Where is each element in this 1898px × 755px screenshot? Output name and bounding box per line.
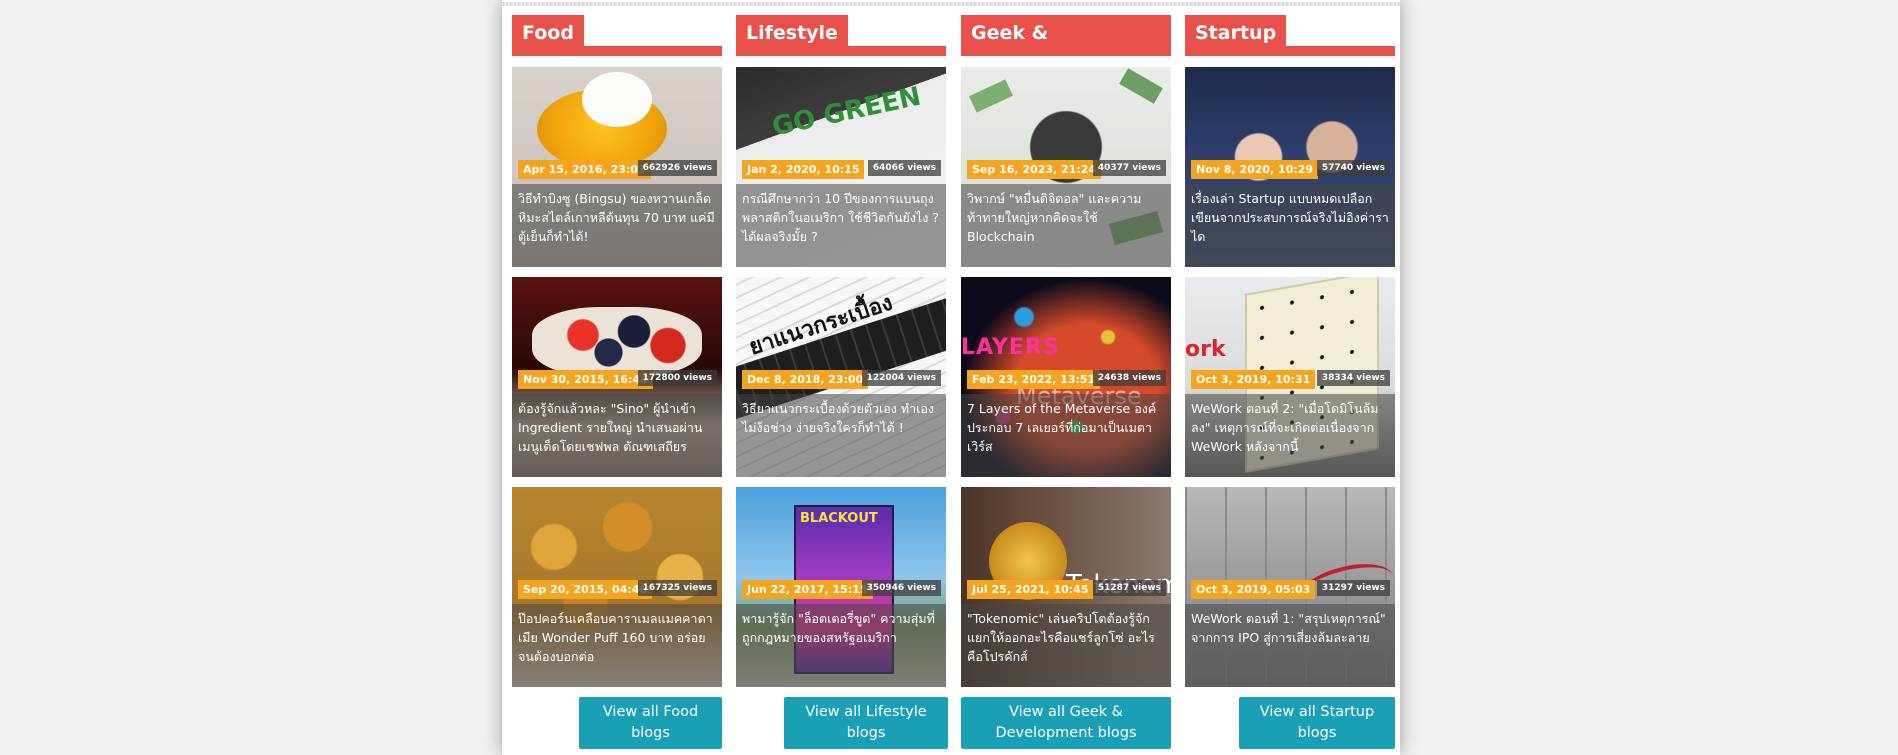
post-date: Nov 30, 2015, 16:44: [518, 370, 653, 389]
blog-card[interactable]: Sep 20, 2015, 04:46 167325 views ป๊อปคอร…: [512, 487, 722, 687]
view-all-geek-button[interactable]: View all Geek & Development blogs: [961, 697, 1171, 749]
post-date: Sep 16, 2023, 21:24: [967, 160, 1102, 179]
blog-categories-panel: Food Apr 15, 2016, 23:03 662926 views วิ…: [502, 0, 1400, 755]
header-underline: [736, 46, 946, 56]
post-title[interactable]: เรื่องเล่า Startup แบบหมดเปลือก เขียนจาก…: [1185, 184, 1395, 267]
view-count: 350946 views: [861, 580, 941, 596]
post-date: Apr 15, 2016, 23:03: [518, 160, 651, 179]
post-title[interactable]: วิพากษ์ "หมื่นดิจิตอล" และความท้าทายใหญ่…: [961, 184, 1171, 267]
post-date: Oct 3, 2019, 05:03: [1191, 580, 1316, 599]
view-count: 122004 views: [861, 370, 941, 386]
post-title[interactable]: วิธียาแนวกระเบื้องด้วยตัวเอง ทำเองไม่ง้อ…: [736, 394, 946, 477]
view-count: 662926 views: [637, 160, 717, 176]
work-text: ork: [1185, 337, 1226, 362]
view-count: 57740 views: [1316, 160, 1390, 176]
post-title[interactable]: "Tokenomic" เล่นคริปโตต้องรู้จัก แยกให้อ…: [961, 604, 1171, 687]
category-column-food: Food Apr 15, 2016, 23:03 662926 views วิ…: [512, 15, 722, 687]
view-count: 24638 views: [1092, 370, 1166, 386]
post-date: Jan 2, 2020, 10:15: [742, 160, 865, 179]
blackout-text: BLACKOUT: [800, 511, 878, 526]
post-date: Nov 8, 2020, 10:29: [1191, 160, 1319, 179]
layers-text: LAYERS: [961, 335, 1060, 360]
category-column-startup: Startup Nov 8, 2020, 10:29 57740 views เ…: [1185, 15, 1395, 687]
post-title[interactable]: ป๊อปคอร์นเคลือบคาราเมลแมคคาดาเมีย Wonder…: [512, 604, 722, 687]
blog-card[interactable]: Apr 15, 2016, 23:03 662926 views วิธีทำบ…: [512, 67, 722, 267]
post-title[interactable]: กรณีศึกษากว่า 10 ปีของการแบนถุงพลาสติกใน…: [736, 184, 946, 267]
post-date: Dec 8, 2018, 23:00: [742, 370, 869, 389]
post-title[interactable]: พามารู้จัก "ล็อตเตอรี่ขูด" ความสุ่มที่ถู…: [736, 604, 946, 687]
blog-card[interactable]: BLACKOUT Jun 22, 2017, 15:15 350946 view…: [736, 487, 946, 687]
post-date: Oct 3, 2019, 10:31: [1191, 370, 1316, 389]
post-date: Sep 20, 2015, 04:46: [518, 580, 653, 599]
view-count: 172800 views: [637, 370, 717, 386]
category-header-lifestyle: Lifestyle: [736, 15, 946, 56]
top-divider: [502, 2, 1400, 6]
post-date: Jun 22, 2017, 15:15: [742, 580, 873, 599]
view-all-startup-button[interactable]: View all Startup blogs: [1239, 697, 1395, 749]
view-count: 40377 views: [1092, 160, 1166, 176]
post-title[interactable]: WeWork ตอนที่ 1: "สรุปเหตุการณ์" จากการ …: [1185, 604, 1395, 687]
post-date: Jul 25, 2021, 10:45: [967, 580, 1094, 599]
header-underline: [512, 46, 722, 56]
view-all-lifestyle-button[interactable]: View all Lifestyle blogs: [784, 697, 948, 749]
blog-card[interactable]: Nov 30, 2015, 16:44 172800 views ต้องรู้…: [512, 277, 722, 477]
blog-card[interactable]: Oct 3, 2019, 05:03 31297 views WeWork ตอ…: [1185, 487, 1395, 687]
view-count: 38334 views: [1316, 370, 1390, 386]
post-title[interactable]: 7 Layers of the Metaverse องค์ประกอบ 7 เ…: [961, 394, 1171, 477]
category-header-startup: Startup: [1185, 15, 1395, 56]
blog-card[interactable]: ยาแนวกระเบื้อง Dec 8, 2018, 23:00 122004…: [736, 277, 946, 477]
berries-shape: [532, 307, 702, 377]
post-title[interactable]: ต้องรู้จักแล้วหละ "Sino" ผู้นำเข้า Ingre…: [512, 394, 722, 477]
view-count: 31297 views: [1316, 580, 1390, 596]
ice-cream-shape: [582, 72, 652, 127]
post-date: Feb 23, 2022, 13:51: [967, 370, 1101, 389]
post-title[interactable]: WeWork ตอนที่ 2: "เมื่อโดมิโนล้มลง" เหตุ…: [1185, 394, 1395, 477]
header-underline: [961, 46, 1171, 56]
blog-card[interactable]: Sep 16, 2023, 21:24 40377 views วิพากษ์ …: [961, 67, 1171, 267]
category-column-lifestyle: Lifestyle GO GREEN Jan 2, 2020, 10:15 64…: [736, 15, 946, 687]
view-count: 64066 views: [867, 160, 941, 176]
category-header-food: Food: [512, 15, 722, 56]
view-all-food-button[interactable]: View all Food blogs: [579, 697, 722, 749]
category-column-geek: Geek & Development Sep 16, 2023, 21:24 4…: [961, 15, 1171, 687]
blog-card[interactable]: Tokenomic Jul 25, 2021, 10:45 51287 view…: [961, 487, 1171, 687]
blog-card[interactable]: LAYERS Metaverse Feb 23, 2022, 13:51 246…: [961, 277, 1171, 477]
blog-card[interactable]: ork Oct 3, 2019, 10:31 38334 views WeWor…: [1185, 277, 1395, 477]
view-count: 51287 views: [1092, 580, 1166, 596]
category-header-geek: Geek & Development: [961, 15, 1171, 81]
blog-card[interactable]: Nov 8, 2020, 10:29 57740 views เรื่องเล่…: [1185, 67, 1395, 267]
blog-card[interactable]: GO GREEN Jan 2, 2020, 10:15 64066 views …: [736, 67, 946, 267]
view-count: 167325 views: [637, 580, 717, 596]
header-underline: [1185, 46, 1395, 56]
post-title[interactable]: วิธีทำบิงซู (Bingsu) ของหวานเกล็ดหิมะสไต…: [512, 184, 722, 267]
